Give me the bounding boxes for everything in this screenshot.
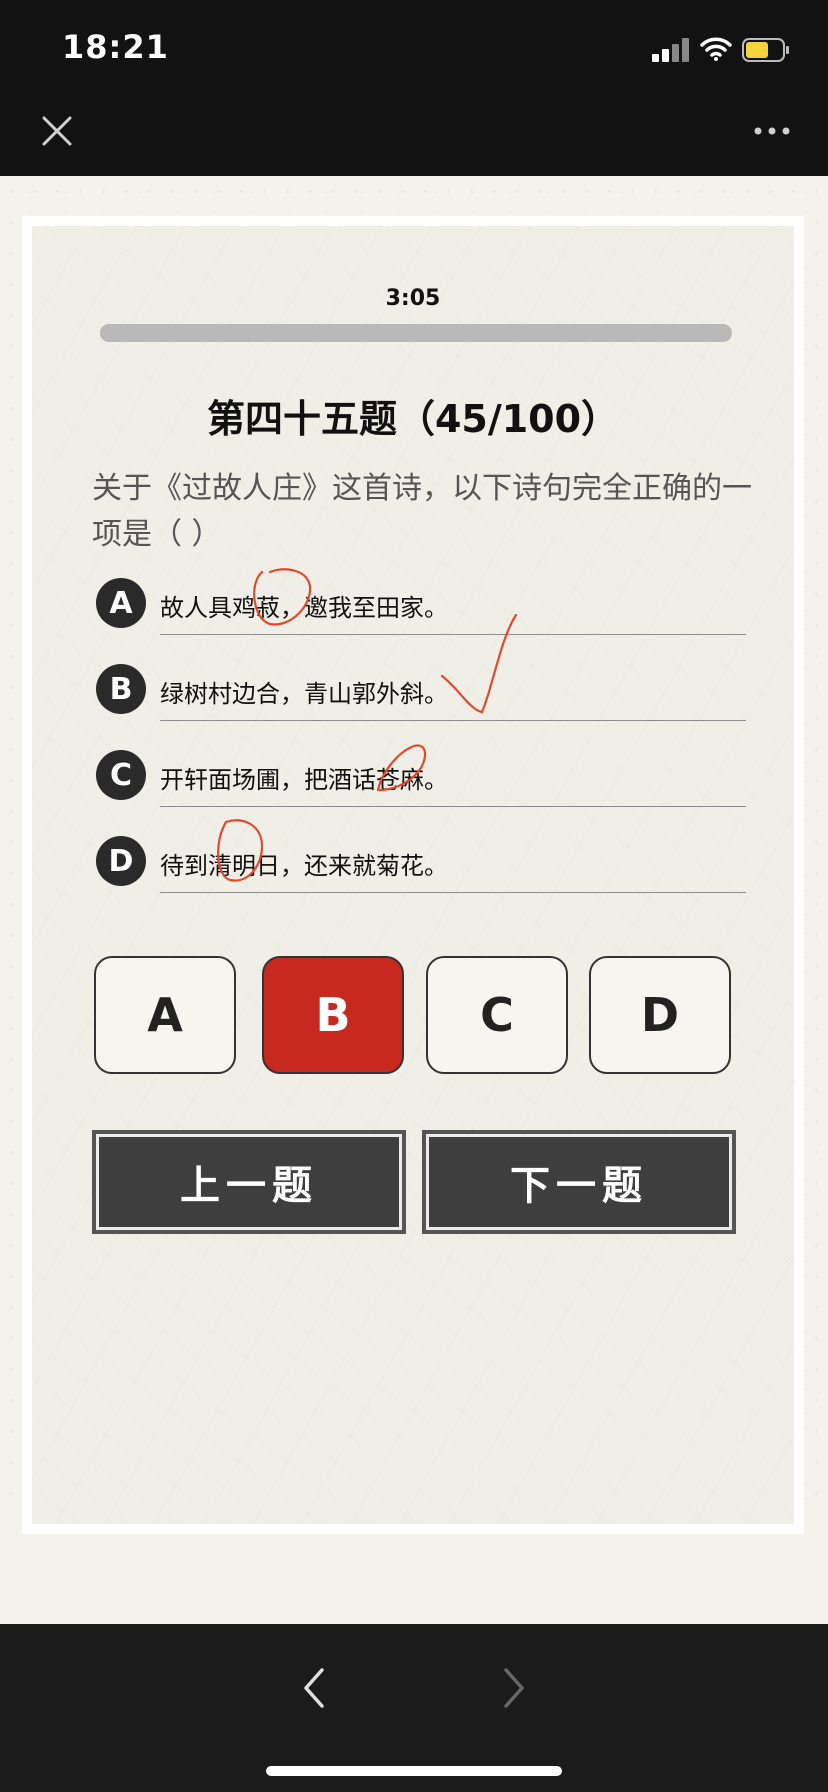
- quiz-page: 3:05 第四十五题（45/100） 关于《过故人庄》这首诗，以下诗句完全正确的…: [0, 176, 828, 1624]
- status-bar: 18:21: [0, 0, 828, 100]
- question-text: 关于《过故人庄》这首诗，以下诗句完全正确的一项是（ ）: [92, 471, 752, 552]
- option-d[interactable]: D 待到清明日，还来就菊花。: [88, 830, 768, 900]
- option-c[interactable]: C 开轩面场圃，把酒话苍麻。: [88, 744, 768, 814]
- wifi-icon: [700, 37, 732, 61]
- signal-icon: [652, 38, 690, 62]
- option-underline: [160, 806, 746, 807]
- option-underline: [160, 720, 746, 721]
- next-question-button[interactable]: 下一题: [424, 1132, 734, 1232]
- more-icon[interactable]: [752, 124, 792, 138]
- option-a[interactable]: A 故人具鸡菽，邀我至田家。: [88, 572, 768, 642]
- choice-a-button[interactable]: A: [94, 956, 236, 1074]
- back-arrow-icon[interactable]: [296, 1664, 332, 1712]
- option-underline: [160, 892, 746, 893]
- choice-d-button[interactable]: D: [589, 956, 731, 1074]
- progress-bar: [100, 324, 732, 342]
- option-badge: C: [96, 750, 146, 800]
- choice-b-button[interactable]: B: [262, 956, 404, 1074]
- option-text: 待到清明日，还来就菊花。: [160, 852, 448, 880]
- countdown-timer: 3:05: [385, 286, 441, 311]
- prev-question-button[interactable]: 上一题: [94, 1132, 404, 1232]
- option-text: 故人具鸡菽，邀我至田家。: [160, 594, 448, 622]
- option-underline: [160, 634, 746, 635]
- progress-fill: [100, 324, 385, 342]
- option-badge: B: [96, 664, 146, 714]
- option-badge: A: [96, 578, 146, 628]
- question-title: 第四十五题（45/100）: [206, 397, 620, 441]
- option-text: 开轩面场圃，把酒话苍麻。: [160, 766, 448, 794]
- bottom-toolbar: [0, 1624, 828, 1792]
- option-text: 绿树村边合，青山郭外斜。: [160, 680, 448, 708]
- home-indicator: [266, 1766, 562, 1776]
- quiz-card: 3:05 第四十五题（45/100） 关于《过故人庄》这首诗，以下诗句完全正确的…: [22, 216, 804, 1534]
- choice-c-button[interactable]: C: [426, 956, 568, 1074]
- webview-nav-bar: [0, 100, 828, 176]
- close-icon[interactable]: [40, 114, 74, 148]
- option-b[interactable]: B 绿树村边合，青山郭外斜。: [88, 658, 768, 728]
- forward-arrow-icon[interactable]: [496, 1664, 532, 1712]
- status-time: 18:21: [62, 28, 169, 66]
- battery-icon: [742, 38, 789, 62]
- option-badge: D: [96, 836, 146, 886]
